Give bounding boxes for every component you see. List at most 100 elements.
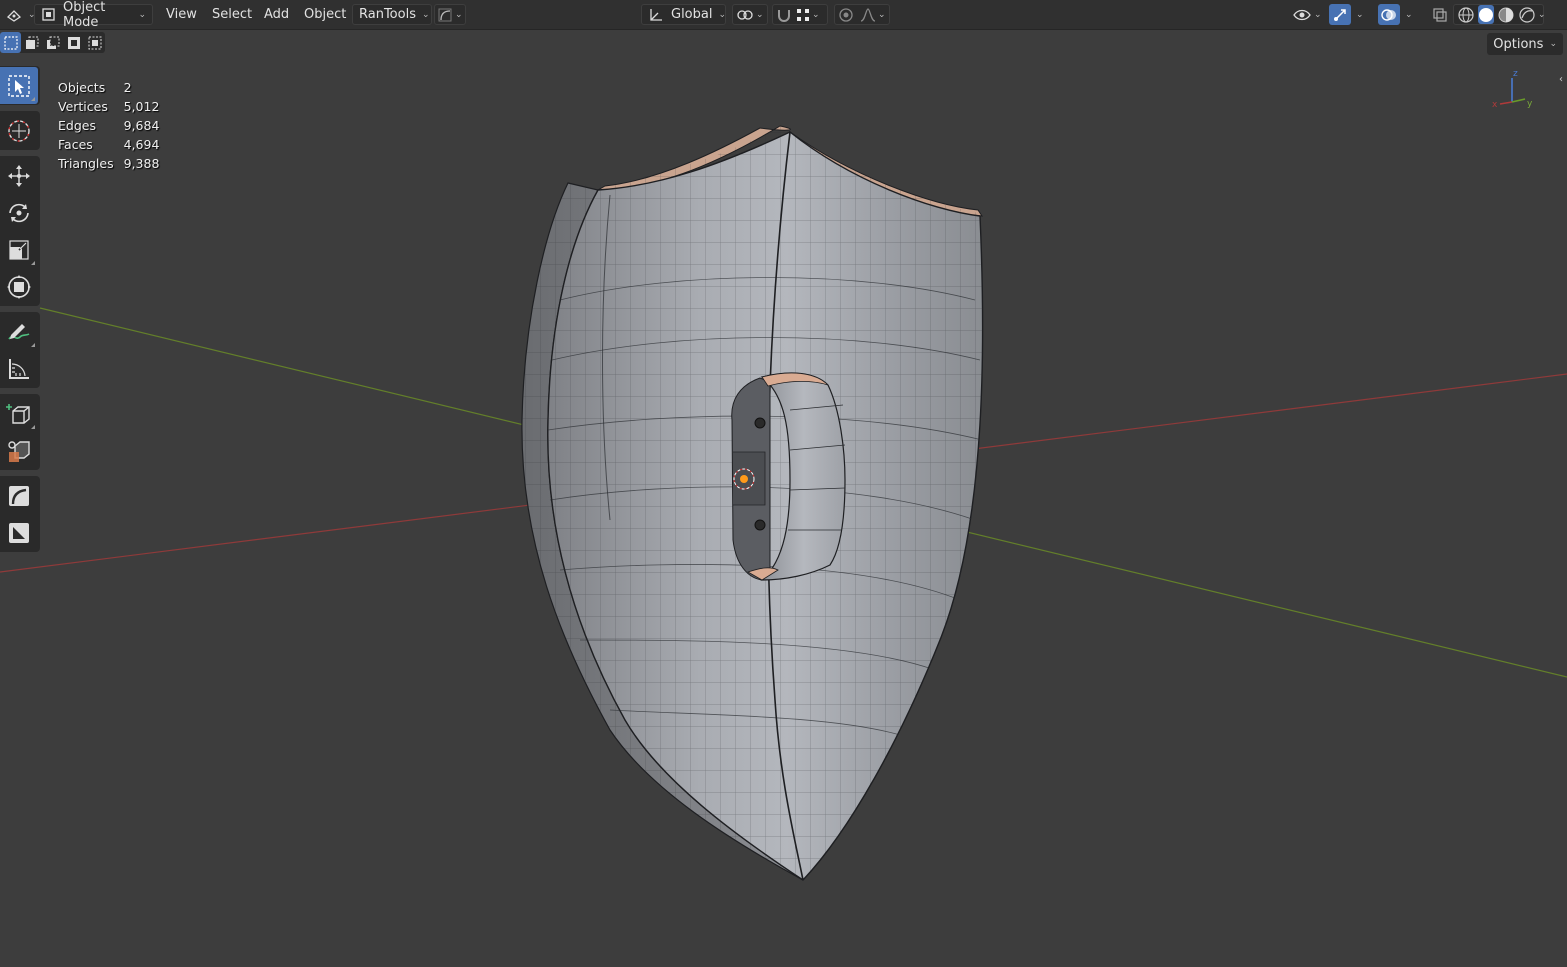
magnet-icon[interactable] [776,7,792,23]
curve-tool-icon [7,484,31,508]
add-cube-icon [6,401,32,427]
snapping-group[interactable]: ⌄ [772,4,828,25]
tool-rotate[interactable] [0,194,38,231]
gizmo-x-label[interactable]: x [1492,100,1498,110]
select-subtract-icon[interactable] [42,32,63,53]
overlays-dropdown[interactable]: ⌄ [1401,4,1417,25]
tool-select-box[interactable] [0,67,38,104]
tool-annotate[interactable] [0,313,38,350]
menu-add[interactable]: Add [260,4,293,25]
xray-toggle-button[interactable] [1428,4,1452,25]
rantools-dropdown[interactable]: RanTools ⌄ [352,4,432,25]
tool-group-cursor [0,111,40,150]
scene-statistics: Objects 2 Vertices 5,012 Edges 9,684 Fac… [58,78,159,173]
curve-dropdown[interactable]: ⌄ [434,4,466,25]
eye-icon [1293,8,1311,22]
chevron-down-icon: ⌄ [1549,39,1557,49]
tool-settings-bar: Options ⌄ [0,30,1567,55]
stat-label: Edges [58,118,96,133]
orientation-axes-icon [648,7,664,23]
tool-add-cube[interactable] [0,395,38,432]
tool-variants-indicator [31,97,35,101]
stat-row: Faces 4,694 [58,135,159,154]
image-tool-icon [7,521,31,545]
tool-measure[interactable] [0,350,38,387]
stat-value: 9,388 [123,156,160,171]
chevron-down-icon: ⌄ [421,9,430,20]
select-extend-icon[interactable] [21,32,42,53]
object-mode-icon [41,7,56,22]
stat-row: Edges 9,684 [58,116,159,135]
curve-icon [438,8,452,22]
mode-dropdown[interactable]: Object Mode ⌄ [34,0,153,30]
mode-label: Object Mode [63,0,106,30]
menu-select[interactable]: Select [208,4,256,25]
chevron-down-icon: ⌄ [1405,9,1413,20]
stat-value: 2 [123,80,132,95]
tool-curve[interactable] [0,477,38,514]
chevron-down-icon: ⌄ [812,9,820,20]
options-dropdown[interactable]: Options ⌄ [1487,33,1563,55]
chevron-down-icon: ⌄ [455,9,463,20]
gizmo-y-label[interactable]: y [1527,99,1533,109]
solid-shading-icon[interactable] [1478,5,1494,24]
chevron-down-icon: ⌄ [1314,9,1322,20]
select-box-icon [7,74,31,98]
menu-view[interactable]: View [162,4,201,25]
rendered-shading-icon[interactable] [1518,6,1536,24]
gizmo-toggle-button[interactable] [1329,4,1351,25]
stat-value: 4,694 [123,137,160,152]
scale-icon [7,238,31,262]
falloff-curve-icon[interactable] [860,7,876,22]
overlays-icon [1381,7,1397,23]
annotate-icon [6,319,32,345]
tool-group-misc [0,476,40,552]
stat-label: Objects [58,80,106,95]
viewport-header: ⌄ Object Mode ⌄ View Select Add Object R… [0,0,1567,30]
shading-mode-group[interactable]: ⌄ [1453,4,1546,25]
options-label: Options [1493,36,1544,52]
tool-group-select [0,66,40,105]
editor-type-icon [6,7,22,23]
3d-viewport[interactable] [0,0,1567,967]
toolbar [0,66,40,558]
scene-canvas[interactable] [0,0,1567,967]
cursor-icon [6,118,32,144]
menu-object[interactable]: Object [300,4,350,25]
overlays-toggle-button[interactable] [1378,4,1400,25]
gizmo-z-label[interactable]: z [1513,69,1518,79]
chevron-down-icon: ⌄ [756,9,764,20]
tool-transform[interactable] [0,268,38,305]
stat-label: Vertices [58,99,108,114]
tool-image[interactable] [0,514,38,551]
navigation-gizmo[interactable]: z x y [1488,66,1538,120]
xray-icon [1432,7,1448,23]
wireframe-shading-icon[interactable] [1457,6,1475,24]
tool-variants-indicator [31,425,35,429]
proportional-edit-group[interactable]: ⌄ [834,4,890,25]
stat-label: Faces [58,137,93,152]
tool-group-transform [0,156,40,306]
sidebar-toggle-icon[interactable]: ‹ [1559,74,1567,88]
snap-grid-icon[interactable] [796,8,810,22]
tool-add-object[interactable] [0,432,38,469]
select-new-icon[interactable] [0,32,21,53]
chevron-down-icon: ⌄ [138,9,146,20]
visibility-dropdown[interactable]: ⌄ [1289,4,1326,25]
tool-move[interactable] [0,157,38,194]
rantools-label: RanTools [359,7,416,22]
select-invert-icon[interactable] [63,32,84,53]
transform-orientation-dropdown[interactable]: Global ⌄ [641,4,726,25]
pivot-point-dropdown[interactable]: ⌄ [732,4,768,25]
gizmo-dropdown[interactable]: ⌄ [1352,4,1368,25]
gizmo-icon [1332,7,1348,23]
selection-mode-group[interactable] [0,32,105,53]
select-intersect-icon[interactable] [84,32,105,53]
tool-cursor[interactable] [0,112,38,149]
tool-group-add [0,394,40,470]
chevron-down-icon: ⌄ [718,9,727,20]
material-shading-icon[interactable] [1497,6,1515,24]
transform-icon [6,274,32,300]
tool-scale[interactable] [0,231,38,268]
proportional-edit-icon[interactable] [838,7,854,23]
